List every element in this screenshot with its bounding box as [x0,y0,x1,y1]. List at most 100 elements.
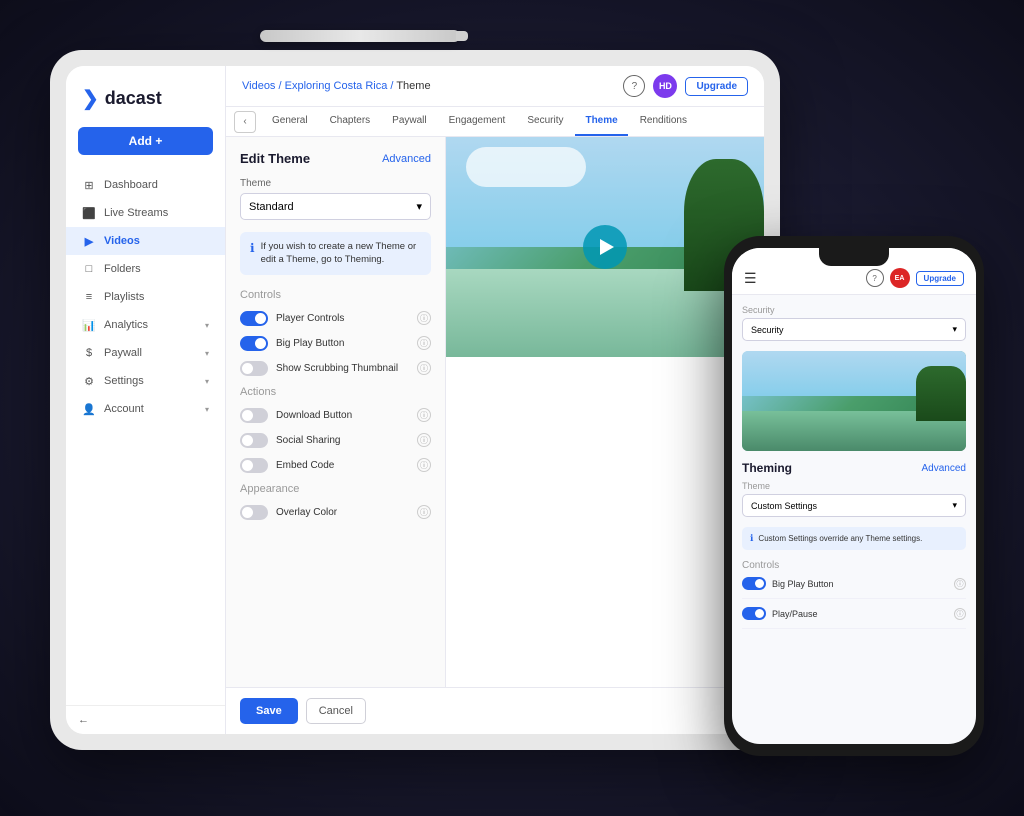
content-area: Edit Theme Advanced Theme Standard ▾ ℹ I… [226,137,764,687]
download-toggle[interactable] [240,408,268,423]
sidebar-item-livestreams[interactable]: ⬛ Live Streams [66,199,225,227]
phone-controls-label: Controls [742,560,966,571]
tab-general[interactable]: General [262,107,318,136]
info-box: ℹ If you wish to create a new Theme or e… [240,232,431,275]
theme-field-label: Theme [240,178,431,189]
phone-advanced-link[interactable]: Advanced [922,463,966,474]
phone-info-icon: ℹ [750,533,753,544]
sidebar-item-label: Live Streams [104,207,168,219]
folders-icon: □ [82,262,96,276]
player-controls-toggle[interactable] [240,311,268,326]
phone-control-left: Big Play Button [742,577,834,590]
tab-engagement[interactable]: Engagement [439,107,516,136]
hamburger-menu-icon[interactable]: ☰ [744,270,757,287]
stylus-pencil [260,30,460,42]
info-icon: ℹ [250,241,255,255]
control-left: Player Controls [240,311,344,326]
save-button[interactable]: Save [240,698,298,724]
phone-theme-select[interactable]: Custom Settings ▾ [742,494,966,517]
security-select[interactable]: Security ▾ [742,318,966,341]
phone-control-label: Play/Pause [772,609,818,619]
big-play-toggle[interactable] [240,336,268,351]
chevron-down-icon: ▾ [952,324,957,335]
breadcrumb: Videos / Exploring Costa Rica / Theme [242,80,431,92]
sidebar-item-label: Videos [104,235,140,247]
sidebar-item-videos[interactable]: ▶ Videos [66,227,225,255]
control-row-download: Download Button ⓘ [240,408,431,423]
control-label: Player Controls [276,313,344,324]
sidebar-item-paywall[interactable]: $ Paywall ▾ [66,339,225,367]
tab-chapters[interactable]: Chapters [320,107,381,136]
info-circle-icon[interactable]: ⓘ [417,311,431,325]
info-circle-icon[interactable]: ⓘ [417,433,431,447]
play-button[interactable] [583,225,627,269]
sidebar-bottom: ← [66,705,225,734]
cancel-button[interactable]: Cancel [306,698,366,724]
info-circle-icon[interactable]: ⓘ [417,458,431,472]
phone-theming-header: Theming Advanced [742,461,966,475]
playlists-icon: ≡ [82,290,96,304]
sidebar-item-playlists[interactable]: ≡ Playlists [66,283,225,311]
logo-area: ❯ dacast [66,78,225,127]
user-avatar[interactable]: HD [653,74,677,98]
info-circle-icon[interactable]: ⓘ [417,336,431,350]
phone-info-circle-icon[interactable]: ⓘ [954,608,966,620]
phone-screen: ☰ ? EA Upgrade Security Security ▾ [732,248,976,744]
panel-footer: Save Cancel [226,687,764,734]
theme-select[interactable]: Standard ▾ [240,193,431,220]
control-row-overlay: Overlay Color ⓘ [240,505,431,520]
tab-paywall[interactable]: Paywall [382,107,436,136]
info-circle-icon[interactable]: ⓘ [417,505,431,519]
phone-play-pause-toggle[interactable] [742,607,766,620]
tab-renditions[interactable]: Renditions [630,107,697,136]
help-text: ? [632,81,638,92]
chevron-down-icon: ▾ [205,321,209,330]
phone-theme-label: Theme [742,481,966,491]
logo-text: dacast [105,88,162,109]
chevron-down-icon: ▾ [205,377,209,386]
scrubbing-toggle[interactable] [240,361,268,376]
social-toggle[interactable] [240,433,268,448]
tab-theme[interactable]: Theme [575,107,627,136]
sidebar-item-settings[interactable]: ⚙ Settings ▾ [66,367,225,395]
phone-user-initials: EA [895,275,905,282]
video-preview [446,137,764,687]
back-button-sidebar[interactable]: ← [78,714,213,726]
advanced-link[interactable]: Advanced [382,153,431,165]
phone-info-circle-icon[interactable]: ⓘ [954,578,966,590]
help-icon[interactable]: ? [623,75,645,97]
paywall-icon: $ [82,346,96,360]
video-clouds [466,147,586,187]
phone-upgrade-button[interactable]: Upgrade [916,271,964,286]
sidebar-item-account[interactable]: 👤 Account ▾ [66,395,225,423]
back-arrow-icon: ← [78,714,89,726]
sidebar-item-dashboard[interactable]: ⊞ Dashboard [66,171,225,199]
phone-help-icon[interactable]: ? [866,269,884,287]
sidebar-item-label: Account [104,403,144,415]
overlay-toggle[interactable] [240,505,268,520]
controls-section-label: Controls [240,289,431,301]
analytics-icon: 📊 [82,318,96,332]
breadcrumb-sep2: / [390,80,393,92]
control-left: Download Button [240,408,352,423]
phone-user-avatar[interactable]: EA [890,268,910,288]
actions-section-label: Actions [240,386,431,398]
breadcrumb-exploring[interactable]: Exploring Costa Rica [285,80,388,92]
embed-toggle[interactable] [240,458,268,473]
tab-security[interactable]: Security [517,107,573,136]
info-circle-icon[interactable]: ⓘ [417,408,431,422]
back-tab-button[interactable]: ‹ [234,111,256,133]
sidebar-item-analytics[interactable]: 📊 Analytics ▾ [66,311,225,339]
panel-title: Edit Theme [240,151,310,166]
chevron-down-icon: ▾ [205,405,209,414]
breadcrumb-videos[interactable]: Videos [242,80,275,92]
phone-big-play-toggle[interactable] [742,577,766,590]
control-label: Embed Code [276,460,334,471]
upgrade-button[interactable]: Upgrade [685,77,748,96]
info-circle-icon[interactable]: ⓘ [417,361,431,375]
add-button[interactable]: Add + [78,127,213,155]
sidebar-item-label: Paywall [104,347,142,359]
sidebar-item-folders[interactable]: □ Folders [66,255,225,283]
phone-control-left: Play/Pause [742,607,818,620]
play-triangle-icon [600,239,614,255]
